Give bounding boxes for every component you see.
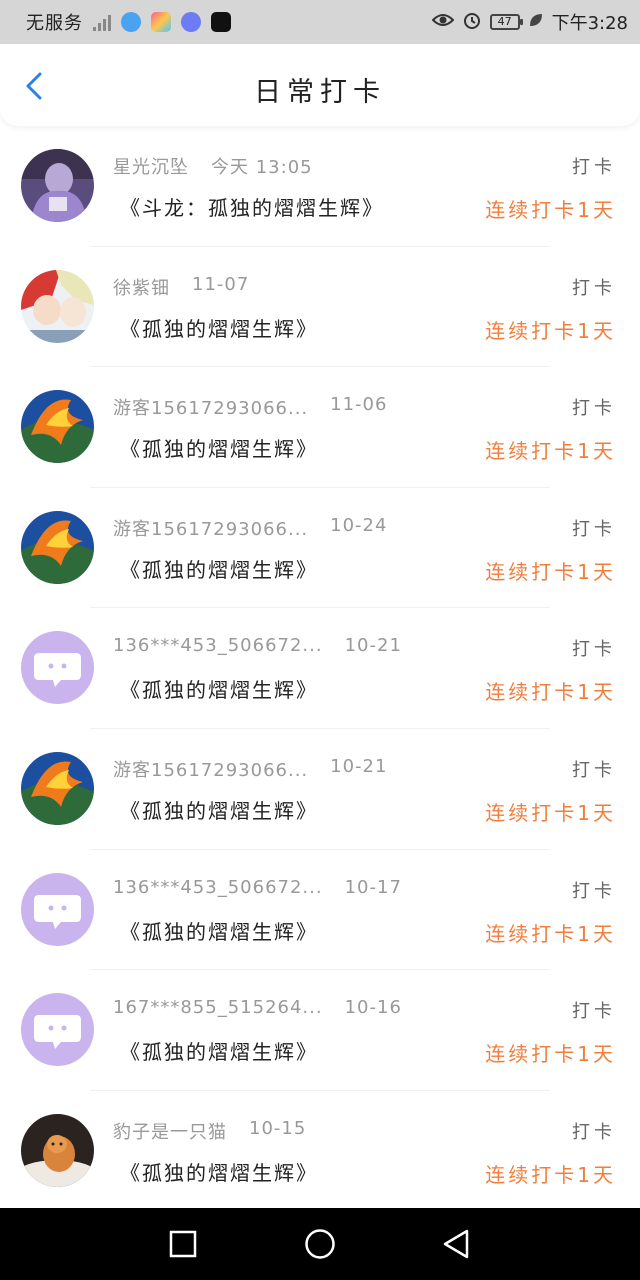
streak-label: 连续打卡1天 bbox=[485, 1162, 616, 1187]
streak-label: 连续打卡1天 bbox=[485, 198, 616, 222]
list-item[interactable]: 游客15617293066... 11-06 《孤独的熠熠生辉》 打卡 连续打卡… bbox=[0, 367, 640, 488]
checkin-label: 打卡 bbox=[572, 1001, 616, 1023]
music-app-icon bbox=[181, 12, 201, 32]
list-item[interactable]: 豹子是一只猫 10-15 《孤独的熠熠生辉》 打卡 连续打卡1天 bbox=[0, 1091, 640, 1212]
book-title: 《孤独的熠熠生辉》 bbox=[120, 316, 318, 341]
book-title: 《孤独的熠熠生辉》 bbox=[120, 437, 318, 462]
checkin-date: 11-07 bbox=[192, 273, 250, 295]
streak-label: 连续打卡1天 bbox=[485, 1042, 616, 1067]
app-header: 日常打卡 bbox=[0, 44, 640, 126]
browser-app-icon bbox=[121, 12, 141, 32]
checkin-label: 打卡 bbox=[572, 398, 616, 420]
user-name: 167***855_515264... bbox=[113, 997, 323, 1019]
list-item[interactable]: 星光沉坠 今天 13:05 《斗龙：孤独的熠熠生辉》 打卡 连续打卡1天 bbox=[0, 126, 640, 247]
avatar[interactable] bbox=[21, 149, 94, 222]
system-nav-bar bbox=[0, 1208, 640, 1280]
streak-label: 连续打卡1天 bbox=[485, 921, 616, 946]
avatar[interactable] bbox=[21, 1113, 94, 1187]
streak-label: 连续打卡1天 bbox=[485, 800, 616, 825]
user-name: 136***453_506672... bbox=[113, 635, 323, 657]
list-item[interactable]: 136***453_506672... 10-21 《孤独的熠熠生辉》 打卡 连… bbox=[0, 608, 640, 729]
checkin-date: 10-17 bbox=[344, 876, 402, 898]
list-item[interactable]: 徐紫钿 11-07 《孤独的熠熠生辉》 打卡 连续打卡1天 bbox=[0, 247, 640, 368]
checkin-label: 打卡 bbox=[572, 277, 616, 299]
battery-icon: 47 bbox=[489, 14, 523, 30]
checkin-date: 10-24 bbox=[330, 514, 388, 536]
streak-label: 连续打卡1天 bbox=[485, 318, 616, 343]
avatar[interactable] bbox=[21, 510, 94, 584]
checkin-label: 打卡 bbox=[572, 518, 616, 540]
checkin-date: 10-21 bbox=[330, 755, 388, 777]
leaf-icon bbox=[528, 12, 544, 33]
avatar[interactable] bbox=[21, 993, 94, 1067]
user-name: 豹子是一只猫 bbox=[113, 1121, 227, 1143]
streak-label: 连续打卡1天 bbox=[485, 559, 616, 584]
list-item[interactable]: 游客15617293066... 10-24 《孤独的熠熠生辉》 打卡 连续打卡… bbox=[0, 488, 640, 609]
book-title: 《孤独的熠熠生辉》 bbox=[120, 678, 318, 703]
checkin-list: 星光沉坠 今天 13:05 《斗龙：孤独的熠熠生辉》 打卡 连续打卡1天 徐紫钿… bbox=[0, 126, 640, 1211]
signal-icon bbox=[93, 13, 111, 31]
list-item[interactable]: 167***855_515264... 10-16 《孤独的熠熠生辉》 打卡 连… bbox=[0, 970, 640, 1091]
checkin-label: 打卡 bbox=[572, 759, 616, 781]
book-title: 《孤独的熠熠生辉》 bbox=[120, 919, 318, 944]
book-title: 《孤独的熠熠生辉》 bbox=[120, 1160, 318, 1185]
page-title: 日常打卡 bbox=[254, 77, 386, 108]
user-name: 游客15617293066... bbox=[113, 398, 309, 420]
checkin-label: 打卡 bbox=[572, 880, 616, 902]
avatar[interactable] bbox=[21, 872, 94, 946]
checkin-label: 打卡 bbox=[572, 157, 616, 178]
streak-label: 连续打卡1天 bbox=[485, 680, 616, 705]
store-app-icon bbox=[151, 12, 171, 32]
book-title: 《斗龙：孤独的熠熠生辉》 bbox=[120, 196, 384, 220]
book-title: 《孤独的熠熠生辉》 bbox=[120, 1040, 318, 1065]
streak-label: 连续打卡1天 bbox=[485, 439, 616, 464]
user-name: 游客15617293066... bbox=[113, 518, 309, 540]
alarm-icon bbox=[462, 10, 482, 35]
user-name: 136***453_506672... bbox=[113, 876, 323, 898]
checkin-date: 10-21 bbox=[344, 635, 402, 657]
user-name: 游客15617293066... bbox=[113, 759, 309, 781]
book-title: 《孤独的熠熠生辉》 bbox=[120, 557, 318, 582]
avatar[interactable] bbox=[21, 269, 94, 343]
checkin-label: 打卡 bbox=[572, 639, 616, 661]
user-name: 星光沉坠 bbox=[113, 157, 189, 178]
checkin-date: 11-06 bbox=[330, 394, 388, 416]
avatar[interactable] bbox=[21, 390, 94, 464]
checkin-label: 打卡 bbox=[572, 1121, 616, 1143]
checkin-date: 今天 13:05 bbox=[211, 157, 313, 178]
triangle-back-icon[interactable] bbox=[441, 1228, 471, 1264]
square-recents-icon[interactable] bbox=[169, 1230, 197, 1262]
avatar[interactable] bbox=[21, 751, 94, 825]
tiktok-app-icon bbox=[211, 12, 231, 32]
list-item[interactable]: 136***453_506672... 10-17 《孤独的熠熠生辉》 打卡 连… bbox=[0, 850, 640, 971]
circle-home-icon[interactable] bbox=[304, 1228, 336, 1264]
user-name: 徐紫钿 bbox=[113, 277, 170, 299]
status-bar: 无服务 47 下午3:28 bbox=[0, 0, 640, 44]
eye-icon bbox=[431, 12, 454, 33]
book-title: 《孤独的熠熠生辉》 bbox=[120, 798, 318, 823]
clock-time: 下午3:28 bbox=[551, 13, 628, 34]
carrier-text: 无服务 bbox=[26, 13, 83, 34]
avatar[interactable] bbox=[21, 631, 94, 705]
checkin-date: 10-16 bbox=[344, 997, 402, 1019]
checkin-date: 10-15 bbox=[249, 1117, 307, 1139]
list-item[interactable]: 游客15617293066... 10-21 《孤独的熠熠生辉》 打卡 连续打卡… bbox=[0, 729, 640, 850]
